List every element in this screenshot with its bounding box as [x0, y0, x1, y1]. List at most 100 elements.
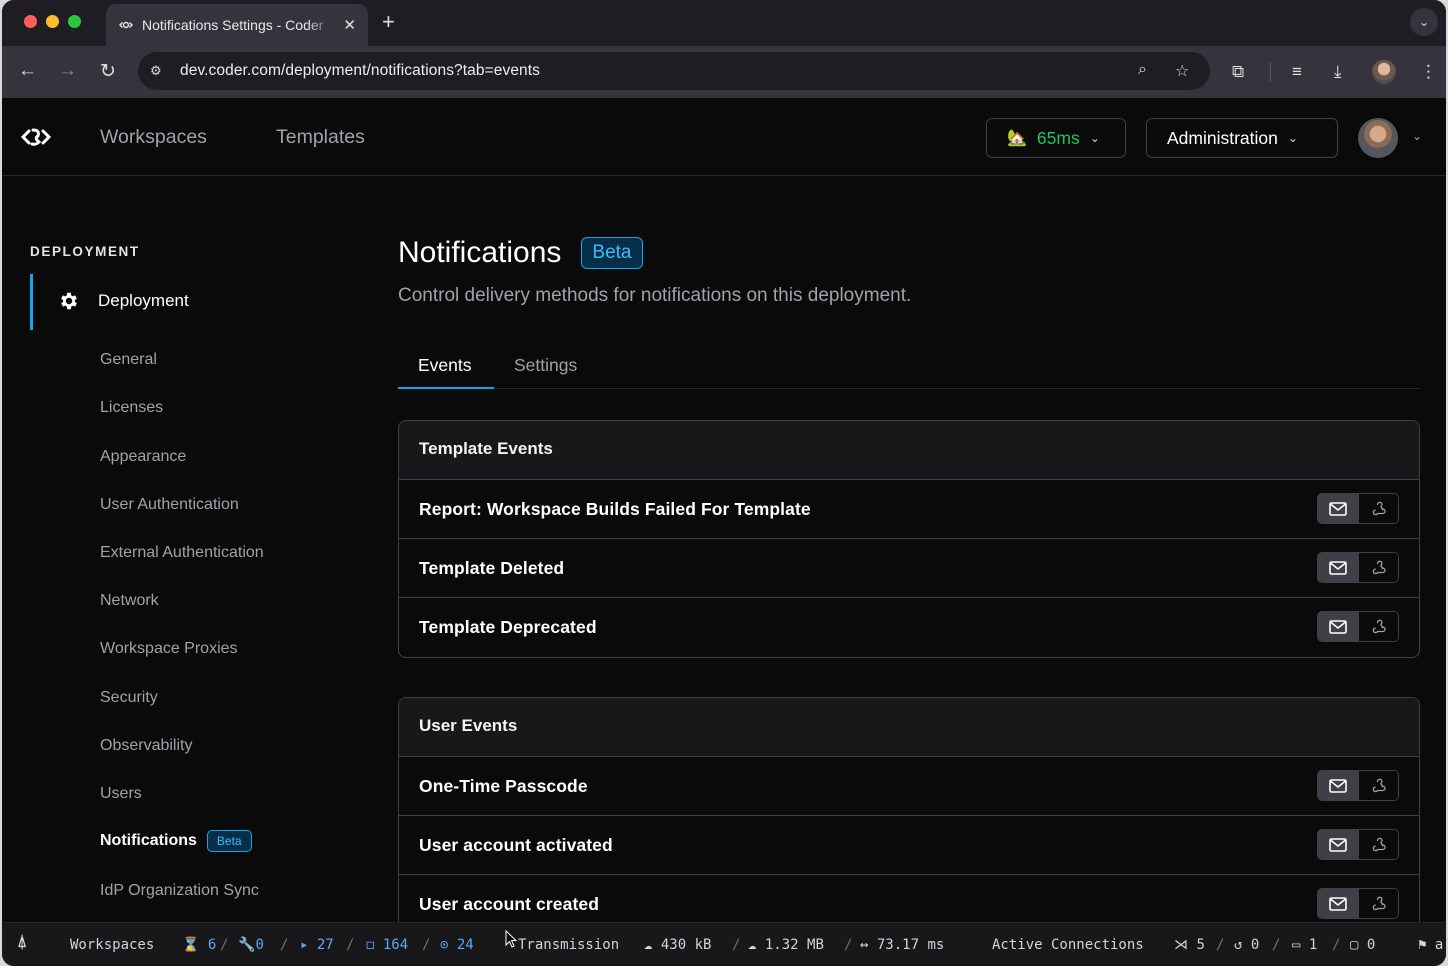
nav-workspaces[interactable]: Workspaces: [100, 126, 207, 149]
email-method-button[interactable]: [1318, 612, 1358, 641]
sidebar-item-security[interactable]: Security: [100, 689, 158, 707]
browser-tab-strip: Notifications Settings - Coder ✕ + ⌄: [2, 0, 1446, 46]
extensions-icon[interactable]: ⧉: [1232, 62, 1244, 82]
email-method-button[interactable]: [1318, 889, 1358, 918]
status-ssh-count[interactable]: ▢ 0: [1350, 937, 1375, 953]
webhook-icon: [1372, 778, 1386, 792]
more-menu-icon[interactable]: ⋮: [1420, 62, 1437, 82]
forward-arrow-icon[interactable]: →: [58, 60, 77, 82]
close-tab-icon[interactable]: ✕: [343, 16, 356, 34]
browser-window: Notifications Settings - Coder ✕ + ⌄ ← →…: [2, 0, 1446, 966]
status-count: 0: [1366, 937, 1376, 953]
media-queue-icon[interactable]: ≡: [1292, 62, 1302, 82]
proxy-latency-button[interactable]: 🏡 65ms ⌄: [986, 118, 1126, 158]
sidebar-item-external-authentication[interactable]: External Authentication: [100, 544, 264, 562]
email-method-button[interactable]: [1318, 553, 1358, 582]
sidebar-active-indicator: [30, 274, 33, 330]
sidebar-item-deployment[interactable]: Deployment: [58, 290, 189, 312]
browser-tab-title: Notifications Settings - Coder: [142, 17, 324, 33]
status-building-count[interactable]: 🔧0: [238, 937, 264, 953]
active-tab-indicator: [398, 387, 494, 389]
status-separator: /: [220, 937, 229, 953]
webhook-method-button[interactable]: [1358, 771, 1398, 800]
vscode-icon: ⋊: [1174, 937, 1188, 953]
status-trailing-item[interactable]: ⚑ a: [1418, 937, 1443, 953]
download-value: 1.32 MB: [764, 937, 824, 953]
sidebar-item-idp-organization-sync[interactable]: IdP Organization Sync: [100, 882, 259, 900]
administration-label: Administration: [1167, 127, 1278, 148]
user-menu-chevron-icon[interactable]: ⌄: [1412, 129, 1422, 143]
webhook-method-button[interactable]: [1358, 494, 1398, 523]
sidebar-item-network[interactable]: Network: [100, 592, 159, 610]
profile-avatar[interactable]: [1372, 60, 1396, 84]
status-stopped-count[interactable]: ◻ 164: [366, 937, 408, 953]
sidebar-item-users[interactable]: Users: [100, 785, 142, 803]
user-switch-icon: ⚑: [1418, 937, 1427, 953]
sidebar-section-title: DEPLOYMENT: [30, 244, 140, 259]
arrows-icon: ↔: [860, 937, 869, 953]
coder-status-icon[interactable]: ⍋: [18, 935, 26, 951]
webhook-method-button[interactable]: [1358, 889, 1398, 918]
event-name: User account activated: [419, 834, 613, 855]
nav-templates[interactable]: Templates: [276, 126, 365, 149]
event-name: User account created: [419, 894, 599, 914]
delivery-method-toggle: [1317, 888, 1399, 919]
status-failed-count[interactable]: ⊙ 24: [440, 937, 474, 953]
site-info-icon[interactable]: ⚙: [150, 63, 162, 79]
webhook-method-button[interactable]: [1358, 553, 1398, 582]
tab-settings[interactable]: Settings: [514, 355, 577, 376]
webhook-icon: [1372, 896, 1386, 910]
webhook-method-button[interactable]: [1358, 830, 1398, 859]
webhook-icon: [1372, 837, 1386, 851]
sidebar-item-observability[interactable]: Observability: [100, 737, 192, 755]
sidebar-item-notifications[interactable]: Notifications Beta: [100, 830, 252, 852]
status-reconnecting-count[interactable]: ↺ 0: [1234, 937, 1259, 953]
reload-icon[interactable]: ↻: [100, 60, 116, 83]
zoom-icon[interactable]: ⌕: [1138, 61, 1147, 79]
sidebar-item-appearance[interactable]: Appearance: [100, 448, 186, 466]
tab-search-chevron-icon[interactable]: ⌄: [1410, 8, 1438, 36]
proxy-region-icon: 🏡: [1007, 130, 1027, 147]
maximize-window-button[interactable]: [68, 15, 81, 28]
browser-tab[interactable]: Notifications Settings - Coder ✕: [106, 4, 368, 46]
email-method-button[interactable]: [1318, 830, 1358, 859]
download-icon[interactable]: ⤓: [1334, 62, 1342, 82]
url-text[interactable]: dev.coder.com/deployment/notifications?t…: [180, 62, 540, 80]
reconnect-icon: ↺: [1234, 937, 1243, 953]
coder-favicon-icon: [118, 21, 134, 29]
tab-events[interactable]: Events: [418, 355, 472, 376]
administration-button[interactable]: Administration ⌄: [1146, 118, 1338, 158]
toolbar-divider: [1270, 62, 1271, 82]
event-group-title: Template Events: [399, 421, 1419, 480]
status-separator: /: [1272, 937, 1281, 953]
user-avatar[interactable]: [1358, 118, 1398, 158]
event-group-card: User Events One-Time Passcode User accou…: [398, 697, 1420, 937]
status-running-count[interactable]: ▸ 27: [300, 937, 334, 953]
sidebar-item-licenses[interactable]: Licenses: [100, 399, 163, 417]
minimize-window-button[interactable]: [46, 15, 59, 28]
event-name: Report: Workspace Builds Failed For Temp…: [419, 498, 811, 519]
sidebar-item-user-authentication[interactable]: User Authentication: [100, 496, 239, 514]
new-tab-button[interactable]: +: [382, 9, 395, 35]
main-content: Notifications Beta Control delivery meth…: [398, 176, 1420, 937]
status-workspaces-label[interactable]: Workspaces: [70, 937, 154, 953]
close-window-button[interactable]: [24, 15, 37, 28]
notification-tabs: Events Settings: [398, 344, 1420, 389]
sidebar-item-workspace-proxies[interactable]: Workspace Proxies: [100, 640, 238, 658]
back-arrow-icon[interactable]: ←: [18, 60, 37, 82]
sidebar-item-general[interactable]: General: [100, 351, 157, 369]
webhook-icon: [1372, 619, 1386, 633]
status-pending-count[interactable]: ⌛ 6: [182, 937, 216, 953]
deployment-status-bar: ⍋ Workspaces ⌛ 6 / 🔧0 / ▸ 27 / ◻ 164 / ⊙…: [2, 922, 1446, 966]
webhook-method-button[interactable]: [1358, 612, 1398, 641]
status-terminal-count[interactable]: ▭ 1: [1292, 937, 1317, 953]
status-separator: /: [1216, 937, 1225, 953]
coder-logo-icon[interactable]: [20, 122, 52, 152]
status-vscode-count[interactable]: ⋊ 5: [1174, 937, 1205, 953]
email-method-button[interactable]: [1318, 771, 1358, 800]
address-bar[interactable]: ⚙ dev.coder.com/deployment/notifications…: [138, 52, 1210, 90]
bookmark-star-icon[interactable]: ☆: [1175, 61, 1189, 81]
hourglass-icon: ⌛: [182, 937, 200, 953]
delivery-method-toggle: [1317, 611, 1399, 642]
email-method-button[interactable]: [1318, 494, 1358, 523]
